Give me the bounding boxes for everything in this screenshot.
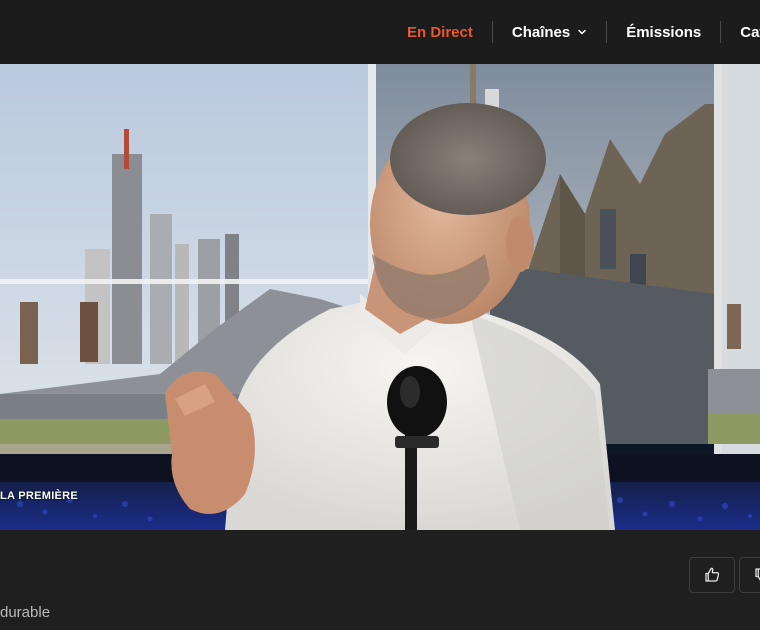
nav-item-chaines[interactable]: Chaînes <box>493 24 606 41</box>
nav-item-emissions[interactable]: Émissions <box>607 24 720 41</box>
nav-item-label: Chaînes <box>511 23 571 41</box>
channel-logo: LA PREMIÈRE <box>0 490 78 502</box>
top-navigation-bar: En Direct Chaînes Émissions Caté <box>0 0 760 64</box>
video-player[interactable]: LA PREMIÈRE <box>0 64 760 530</box>
dislike-button[interactable] <box>739 557 760 593</box>
thumbs-up-icon <box>705 567 720 582</box>
reaction-buttons <box>689 557 760 593</box>
channel-logo-text: LA PREMIÈRE <box>0 490 79 502</box>
like-button[interactable] <box>689 557 735 593</box>
nav-item-en-direct[interactable]: En Direct <box>388 24 492 41</box>
page: En Direct Chaînes Émissions Caté <box>0 0 760 630</box>
nav-item-label: En Direct <box>407 23 473 41</box>
thumbs-down-icon <box>755 568 760 581</box>
nav-item-categories[interactable]: Caté <box>721 24 760 41</box>
nav-item-label: Émissions <box>626 23 702 41</box>
nav-item-label: Caté <box>740 23 760 41</box>
chevron-down-icon <box>578 29 586 35</box>
main-nav: En Direct Chaînes Émissions Caté <box>388 0 760 64</box>
video-frame <box>0 64 760 530</box>
video-description: durable <box>0 604 51 621</box>
